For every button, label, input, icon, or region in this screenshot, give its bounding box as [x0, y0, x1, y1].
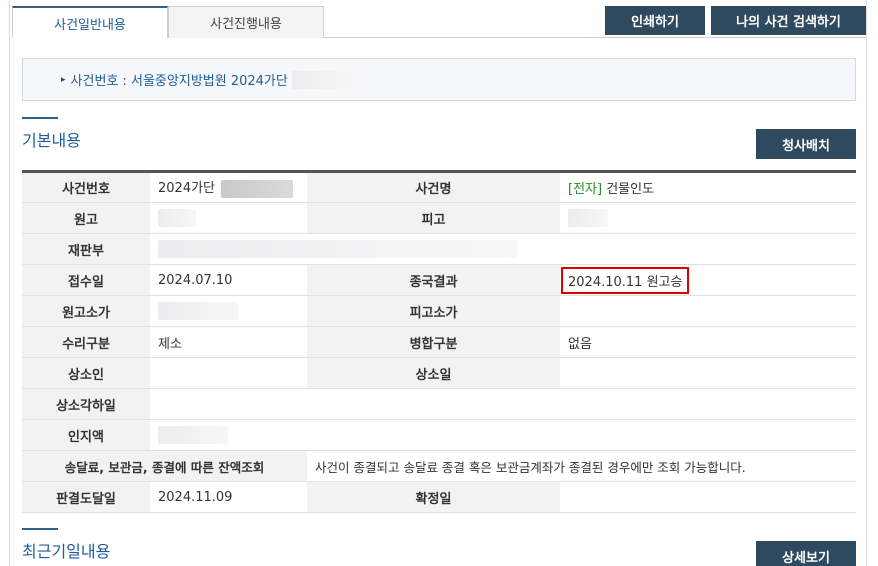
- defendant-amount-value: [560, 295, 856, 327]
- table-row: 재판부: [22, 233, 856, 265]
- redacted-plaintiff: [158, 209, 196, 227]
- final-result-cell: 2024.10.11 원고승: [560, 264, 856, 296]
- judgment-delivery-label: 판결도달일: [22, 481, 150, 513]
- tab-case-general[interactable]: 사건일반내용: [12, 6, 168, 38]
- case-number-box: ▸ 사건번호 : 서울중앙지방법원 2024가단: [22, 58, 856, 101]
- case-no-value: 2024가단: [158, 181, 216, 197]
- table-row: 원고소가 피고소가: [22, 295, 856, 327]
- filing-date-label: 접수일: [22, 264, 150, 296]
- defendant-value-cell: [560, 202, 856, 234]
- finalized-value: [560, 481, 856, 513]
- case-no-label: 사건번호: [22, 171, 150, 203]
- frame-right-border: [866, 0, 867, 566]
- tab-bar: 사건일반내용 사건진행내용: [12, 6, 324, 38]
- case-name-label: 사건명: [307, 171, 560, 203]
- appeal-dismiss-value: [150, 388, 856, 420]
- category-label: 수리구분: [22, 326, 150, 358]
- my-case-search-button[interactable]: 나의 사건 검색하기: [711, 6, 866, 35]
- table-row: 접수일 2024.07.10 종국결과 2024.10.11 원고승: [22, 264, 856, 296]
- redacted-case-no: [221, 179, 294, 198]
- table-row: 상소각하일: [22, 388, 856, 420]
- redacted-stamp: [158, 426, 228, 444]
- court-dept-value-cell: [150, 233, 856, 265]
- final-result-value: 2024.10.11 원고승: [561, 266, 690, 294]
- merge-value: 없음: [560, 326, 856, 358]
- appeal-date-label: 상소일: [307, 357, 560, 389]
- section-title-basic: 기본내용: [22, 131, 81, 150]
- appeal-dismiss-label: 상소각하일: [22, 388, 150, 420]
- section-bar-recent: [22, 528, 58, 530]
- judgment-delivery-value: 2024.11.09: [150, 481, 307, 513]
- balance-value: 사건이 종결되고 송달료 종결 혹은 보관금계좌가 종결된 경우에만 조회 가능…: [307, 450, 856, 482]
- table-row: 송달료, 보관금, 종결에 따른 잔액조회 사건이 종결되고 송달료 종결 혹은…: [22, 450, 856, 482]
- plaintiff-amount-cell: [150, 295, 307, 327]
- final-result-label: 종국결과: [307, 264, 560, 296]
- redacted-case-number: [291, 70, 358, 89]
- table-row: 원고 피고: [22, 202, 856, 234]
- tab-underline: [324, 37, 866, 38]
- balance-label: 송달료, 보관금, 종결에 따른 잔액조회: [22, 450, 307, 482]
- table-row: 수리구분 제소 병합구분 없음: [22, 326, 856, 358]
- frame-left-border: [9, 0, 10, 566]
- print-button[interactable]: 인쇄하기: [605, 6, 705, 35]
- appeal-date-value: [560, 357, 856, 389]
- table-row: 인지액: [22, 419, 856, 451]
- redacted-plaintiff-amount: [158, 302, 238, 320]
- redacted-defendant: [568, 209, 608, 227]
- case-number-text: 사건번호 : 서울중앙지방법원 2024가단: [70, 74, 288, 89]
- electronic-tag: [전자]: [568, 182, 603, 197]
- detail-view-button[interactable]: 상세보기: [756, 541, 856, 566]
- table-row: 사건번호 2024가단 사건명 [전자] 건물인도: [22, 171, 856, 203]
- section-title-recent: 최근기일내용: [22, 542, 111, 561]
- stamp-label: 인지액: [22, 419, 150, 451]
- plaintiff-value-cell: [150, 202, 307, 234]
- finalized-label: 확정일: [307, 481, 560, 513]
- defendant-label: 피고: [307, 202, 560, 234]
- merge-label: 병합구분: [307, 326, 560, 358]
- plaintiff-label: 원고: [22, 202, 150, 234]
- seating-button[interactable]: 청사배치: [756, 129, 856, 159]
- court-dept-label: 재판부: [22, 233, 150, 265]
- category-value: 제소: [150, 326, 307, 358]
- appellant-label: 상소인: [22, 357, 150, 389]
- tab-case-progress[interactable]: 사건진행내용: [168, 6, 324, 38]
- case-name-value: 건물인도: [606, 182, 655, 197]
- table-row: 판결도달일 2024.11.09 확정일: [22, 481, 856, 513]
- stamp-value-cell: [150, 419, 856, 451]
- appellant-value: [150, 357, 307, 389]
- case-info-table: 사건번호 2024가단 사건명 [전자] 건물인도 원고 피고 재판부 접수일 …: [22, 170, 856, 513]
- case-name-cell: [전자] 건물인도: [560, 171, 856, 203]
- bullet-icon: ▸: [61, 74, 66, 85]
- defendant-amount-label: 피고소가: [307, 295, 560, 327]
- table-row: 상소인 상소일: [22, 357, 856, 389]
- section-bar-basic: [22, 117, 58, 119]
- plaintiff-amount-label: 원고소가: [22, 295, 150, 327]
- redacted-court-dept: [158, 240, 518, 258]
- filing-date-value: 2024.07.10: [150, 264, 307, 296]
- case-no-value-cell: 2024가단: [150, 171, 307, 203]
